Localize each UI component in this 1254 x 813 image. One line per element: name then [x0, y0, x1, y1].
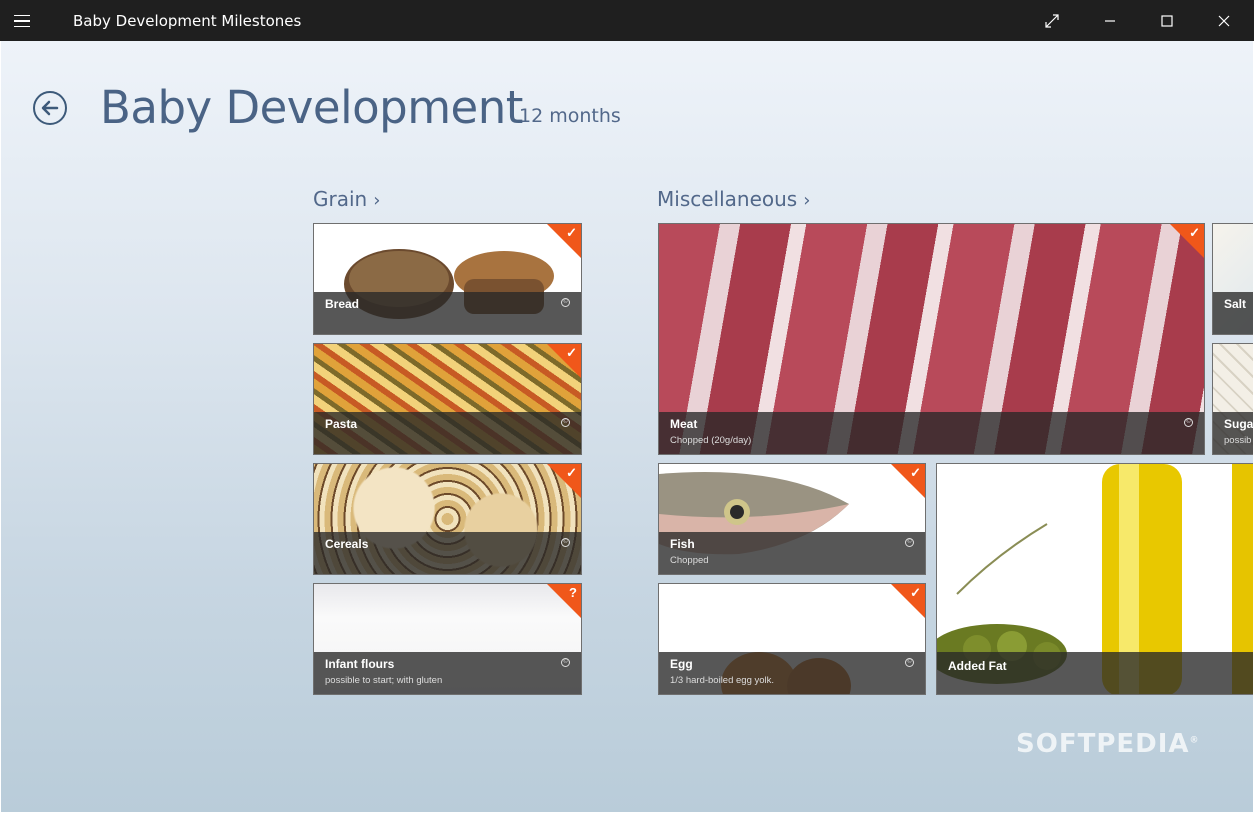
watermark-text: SOFTPEDIA: [1016, 729, 1190, 759]
check-icon: ✓: [566, 345, 577, 360]
tile-name: Added Fat: [948, 659, 1007, 673]
tile-pasta[interactable]: ✓ Pasta ©: [313, 343, 582, 455]
tile-bread[interactable]: ✓ Bread ©: [313, 223, 582, 335]
group-label: Miscellaneous: [657, 187, 798, 211]
tile-fish[interactable]: ✓ Fish Chopped ©: [658, 463, 926, 575]
info-icon[interactable]: ©: [1184, 418, 1193, 427]
chevron-right-icon: ›: [373, 190, 381, 211]
tile-caption: Salt: [1213, 292, 1253, 334]
tile-caption: Added Fat: [937, 652, 1253, 694]
tile-caption: Pasta ©: [314, 412, 581, 454]
check-icon: ✓: [910, 465, 921, 480]
tile-egg[interactable]: ✓ Egg 1/3 hard-boiled egg yolk. ©: [658, 583, 926, 695]
tile-added-fat[interactable]: Added Fat: [936, 463, 1253, 695]
question-icon: ?: [569, 585, 577, 600]
tile-caption: Suga possib: [1213, 412, 1253, 454]
close-icon[interactable]: [1196, 0, 1252, 41]
check-icon: ✓: [566, 225, 577, 240]
tile-name: Bread: [325, 297, 360, 311]
tile-name: Cereals: [325, 537, 369, 551]
tile-caption: Bread ©: [314, 292, 581, 334]
tile-sugar[interactable]: Suga possib: [1212, 343, 1253, 455]
info-icon[interactable]: ©: [905, 538, 914, 547]
tile-note: 1/3 hard-boiled egg yolk.: [670, 675, 775, 686]
info-icon[interactable]: ©: [561, 418, 570, 427]
tile-note: possib: [1224, 435, 1252, 446]
back-arrow-icon: [41, 100, 59, 116]
tile-name: Infant flours: [325, 657, 395, 671]
tile-name: Salt: [1224, 297, 1247, 311]
main-content: Baby Development 12 months Grain › Miscel…: [1, 41, 1253, 812]
tile-name: Meat: [670, 417, 698, 431]
page-subtitle: 12 months: [519, 105, 621, 127]
watermark-mark: ®: [1189, 735, 1200, 746]
info-icon[interactable]: ©: [561, 538, 570, 547]
page-title: Baby Development: [100, 81, 523, 134]
tile-caption: Meat Chopped (20g/day) ©: [659, 412, 1204, 454]
info-icon[interactable]: ©: [561, 298, 570, 307]
tile-note: Chopped (20g/day): [670, 435, 752, 446]
info-icon[interactable]: ©: [905, 658, 914, 667]
tile-meat[interactable]: ✓ Meat Chopped (20g/day) ©: [658, 223, 1205, 455]
title-bar: Baby Development Milestones: [0, 0, 1254, 41]
tile-caption: Egg 1/3 hard-boiled egg yolk. ©: [659, 652, 925, 694]
tile-infant-flours[interactable]: ? Infant flours possible to start; with …: [313, 583, 582, 695]
tile-caption: Cereals ©: [314, 532, 581, 574]
menu-icon[interactable]: [14, 10, 44, 32]
check-icon: ✓: [1189, 225, 1200, 240]
fullscreen-icon[interactable]: [1024, 0, 1080, 41]
back-button[interactable]: [33, 91, 67, 125]
app-title: Baby Development Milestones: [73, 12, 302, 30]
maximize-icon[interactable]: [1139, 0, 1195, 41]
tile-note: Chopped: [670, 555, 709, 566]
minimize-icon[interactable]: [1082, 0, 1138, 41]
tile-name: Fish: [670, 537, 695, 551]
tile-caption: Fish Chopped ©: [659, 532, 925, 574]
tile-note: possible to start; with gluten: [325, 675, 443, 686]
watermark: SOFTPEDIA®: [1016, 729, 1200, 759]
tile-salt[interactable]: Salt: [1212, 223, 1253, 335]
tile-name: Pasta: [325, 417, 358, 431]
tile-name: Egg: [670, 657, 693, 671]
group-label: Grain: [313, 187, 368, 211]
group-header-grain[interactable]: Grain ›: [313, 187, 380, 211]
check-icon: ✓: [566, 465, 577, 480]
tile-cereals[interactable]: ✓ Cereals ©: [313, 463, 582, 575]
check-icon: ✓: [910, 585, 921, 600]
group-header-miscellaneous[interactable]: Miscellaneous ›: [657, 187, 810, 211]
chevron-right-icon: ›: [803, 190, 811, 211]
tile-name: Suga: [1224, 417, 1253, 431]
info-icon[interactable]: ©: [561, 658, 570, 667]
tile-caption: Infant flours possible to start; with gl…: [314, 652, 581, 694]
